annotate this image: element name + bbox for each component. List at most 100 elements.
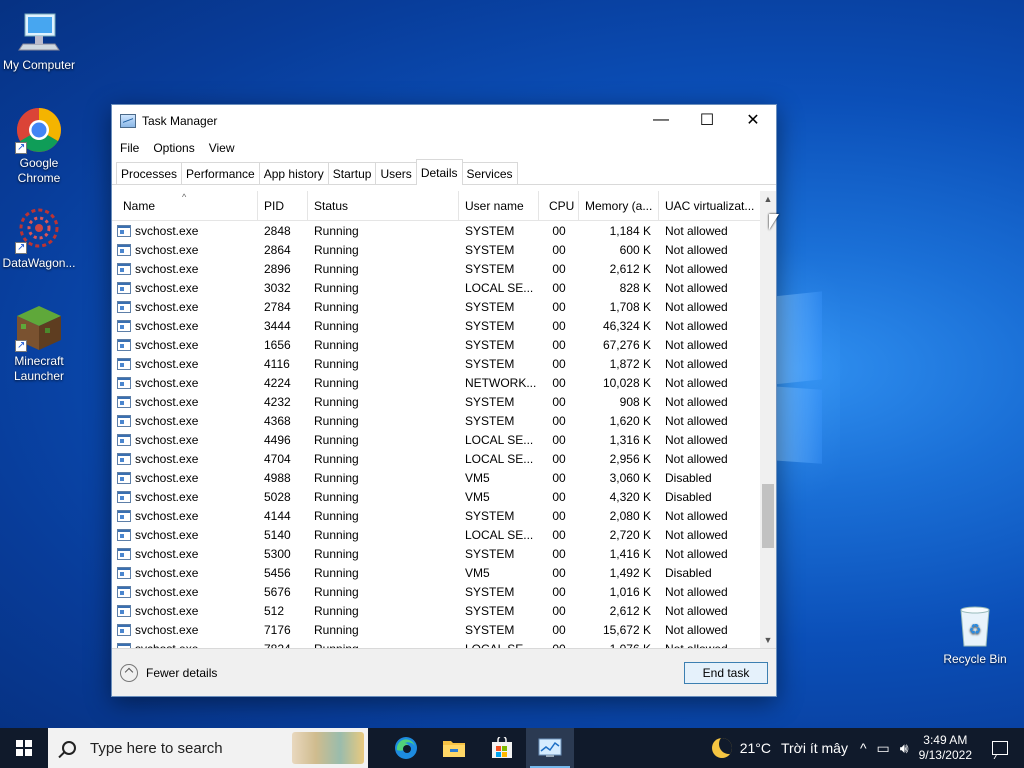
column-header-status[interactable]: Status [308,191,459,221]
chevron-up-icon[interactable]: ^ [860,740,867,756]
desktop-icon-minecraft-launcher[interactable]: Minecraft Launcher [0,304,78,384]
process-icon [117,433,131,446]
process-user: SYSTEM [465,242,515,257]
chrome-icon [15,106,63,155]
weather-widget[interactable]: 21°C Trời ít mây [711,738,848,758]
taskbar-search-box[interactable]: Type here to search [48,728,368,768]
table-row[interactable]: svchost.exe 3444 Running SYSTEM 00 46,324 K No… [112,316,760,335]
column-header-cpu[interactable]: CPU [539,191,579,221]
menu-options[interactable]: Options [153,141,194,155]
process-name: svchost.exe [112,623,258,637]
table-row[interactable]: svchost.exe 4224 Running NETWORK... 00 10,028… [112,373,760,392]
column-header-memory[interactable]: Memory (a... [579,191,659,221]
table-row[interactable]: svchost.exe 4496 Running LOCAL SE... 00 1,316… [112,430,760,449]
svg-text:♻: ♻ [969,621,982,637]
table-row[interactable]: svchost.exe 2896 Running SYSTEM 00 2,612 K Not… [112,259,760,278]
table-row[interactable]: svchost.exe 4988 Running VM5 00 3,060 K Disabl… [112,468,760,487]
process-name: svchost.exe [112,509,258,523]
taskbar-file-explorer[interactable] [430,728,478,768]
tab-app-history[interactable]: App history [258,162,329,184]
table-row[interactable]: svchost.exe 512 Running SYSTEM 00 2,612 K Not … [112,601,760,620]
table-row[interactable]: svchost.exe 2864 Running SYSTEM 00 600 K Not a… [112,240,760,259]
tab-details[interactable]: Details [415,159,463,185]
network-icon[interactable]: ▭ [877,740,890,757]
desktop-icon-recycle-bin[interactable]: ♻ Recycle Bin [936,602,1014,667]
desktop-icon-label: My Computer [2,58,76,72]
process-uac: Not allowed [665,413,728,428]
table-row[interactable]: svchost.exe 4116 Running SYSTEM 00 1,872 K Not… [112,354,760,373]
process-status: Running [314,337,359,352]
process-status: Running [314,356,359,371]
notification-center-icon[interactable] [992,741,1008,755]
tab-services[interactable]: Services [461,162,518,184]
end-task-button[interactable]: End task [684,662,768,684]
desktop-icon-my-computer[interactable]: My Computer [0,8,78,73]
table-row[interactable]: svchost.exe 5676 Running SYSTEM 00 1,016 K Not… [112,582,760,601]
table-row[interactable]: svchost.exe 5140 Running LOCAL SE... 00 2,720… [112,525,760,544]
process-name: svchost.exe [112,585,258,599]
taskbar-microsoft-store[interactable] [478,728,526,768]
process-uac: Not allowed [665,622,728,637]
table-row[interactable]: svchost.exe 2848 Running SYSTEM 00 1,184 K Not… [112,221,760,240]
table-row[interactable]: svchost.exe 1656 Running SYSTEM 00 67,276 K No… [112,335,760,354]
close-button[interactable]: ✕ [730,105,776,135]
volume-icon[interactable]: 🔊︎ [900,740,909,757]
search-placeholder: Type here to search [90,739,223,757]
menu-view[interactable]: View [209,141,235,155]
table-row[interactable]: svchost.exe 7176 Running SYSTEM 00 15,672 K No… [112,620,760,639]
table-row[interactable]: svchost.exe 5300 Running SYSTEM 00 1,416 K Not… [112,544,760,563]
table-row[interactable]: svchost.exe 2784 Running SYSTEM 00 1,708 K Not… [112,297,760,316]
process-pid: 4368 [264,413,291,428]
table-row[interactable]: svchost.exe 4368 Running SYSTEM 00 1,620 K Not… [112,411,760,430]
vertical-scrollbar[interactable]: ▲ ▼ [760,191,776,648]
process-icon [117,547,131,560]
column-header-user-name[interactable]: User name [459,191,539,221]
column-header-pid[interactable]: PID [258,191,308,221]
column-header-name[interactable]: Name ^ [112,191,258,221]
fewer-details-link[interactable]: Fewer details [120,664,217,682]
process-icon [117,452,131,465]
table-row[interactable]: svchost.exe 5028 Running VM5 00 4,320 K Disabl… [112,487,760,506]
process-name: svchost.exe [112,452,258,466]
table-row[interactable]: svchost.exe7824RunningLOCAL SE...001,076… [112,639,760,648]
minimize-button[interactable]: — [638,105,684,135]
process-cpu: 00 [552,242,566,257]
desktop-icon-label: Google Chrome [17,156,61,185]
taskbar-edge[interactable] [382,728,430,768]
tab-users[interactable]: Users [375,162,417,184]
table-row[interactable]: svchost.exe 4704 Running LOCAL SE... 00 2,956… [112,449,760,468]
desktop-icon-datawagon[interactable]: DataWagon... [0,206,78,271]
menu-file[interactable]: File [120,141,139,155]
process-uac: Not allowed [665,337,728,352]
process-name: svchost.exe [112,281,258,295]
title-bar[interactable]: Task Manager — ☐ ✕ [112,105,776,137]
datawagon-icon [15,206,63,255]
scrollbar-thumb[interactable] [762,484,774,548]
process-cpu: 00 [552,432,566,447]
table-row[interactable]: svchost.exe 4144 Running SYSTEM 00 2,080 K Not… [112,506,760,525]
tab-startup[interactable]: Startup [327,162,377,184]
table-row[interactable]: svchost.exe 5456 Running VM5 00 1,492 K Disabl… [112,563,760,582]
taskbar-clock[interactable]: 3:49 AM 9/13/2022 [919,733,972,763]
table-row[interactable]: svchost.exe 4232 Running SYSTEM 00 908 K Not a… [112,392,760,411]
column-header-uac-virtualization[interactable]: UAC virtualizat... [659,191,760,221]
desktop-icon-google-chrome[interactable]: Google Chrome [0,106,78,186]
windows-logo-icon [16,740,32,756]
taskbar-task-manager[interactable] [526,728,574,768]
table-row[interactable]: svchost.exe 3032 Running LOCAL SE... 00 828 K… [112,278,760,297]
process-memory: 4,320 K [609,489,651,504]
start-button[interactable] [0,728,48,768]
process-icon [117,376,131,389]
maximize-button[interactable]: ☐ [684,105,730,135]
process-user: LOCAL SE... [465,280,534,295]
process-cpu: 00 [552,622,566,637]
process-cpu: 00 [552,413,566,428]
fewer-details-label: Fewer details [146,666,218,680]
taskbar-task-view[interactable] [368,728,382,768]
tab-performance[interactable]: Performance [181,162,260,184]
process-status: Running [314,546,359,561]
scroll-down-icon[interactable]: ▼ [760,632,776,648]
tab-processes[interactable]: Processes [116,162,183,184]
scroll-up-icon[interactable]: ▲ [760,191,776,207]
menu-bar: File Options View [112,137,776,159]
